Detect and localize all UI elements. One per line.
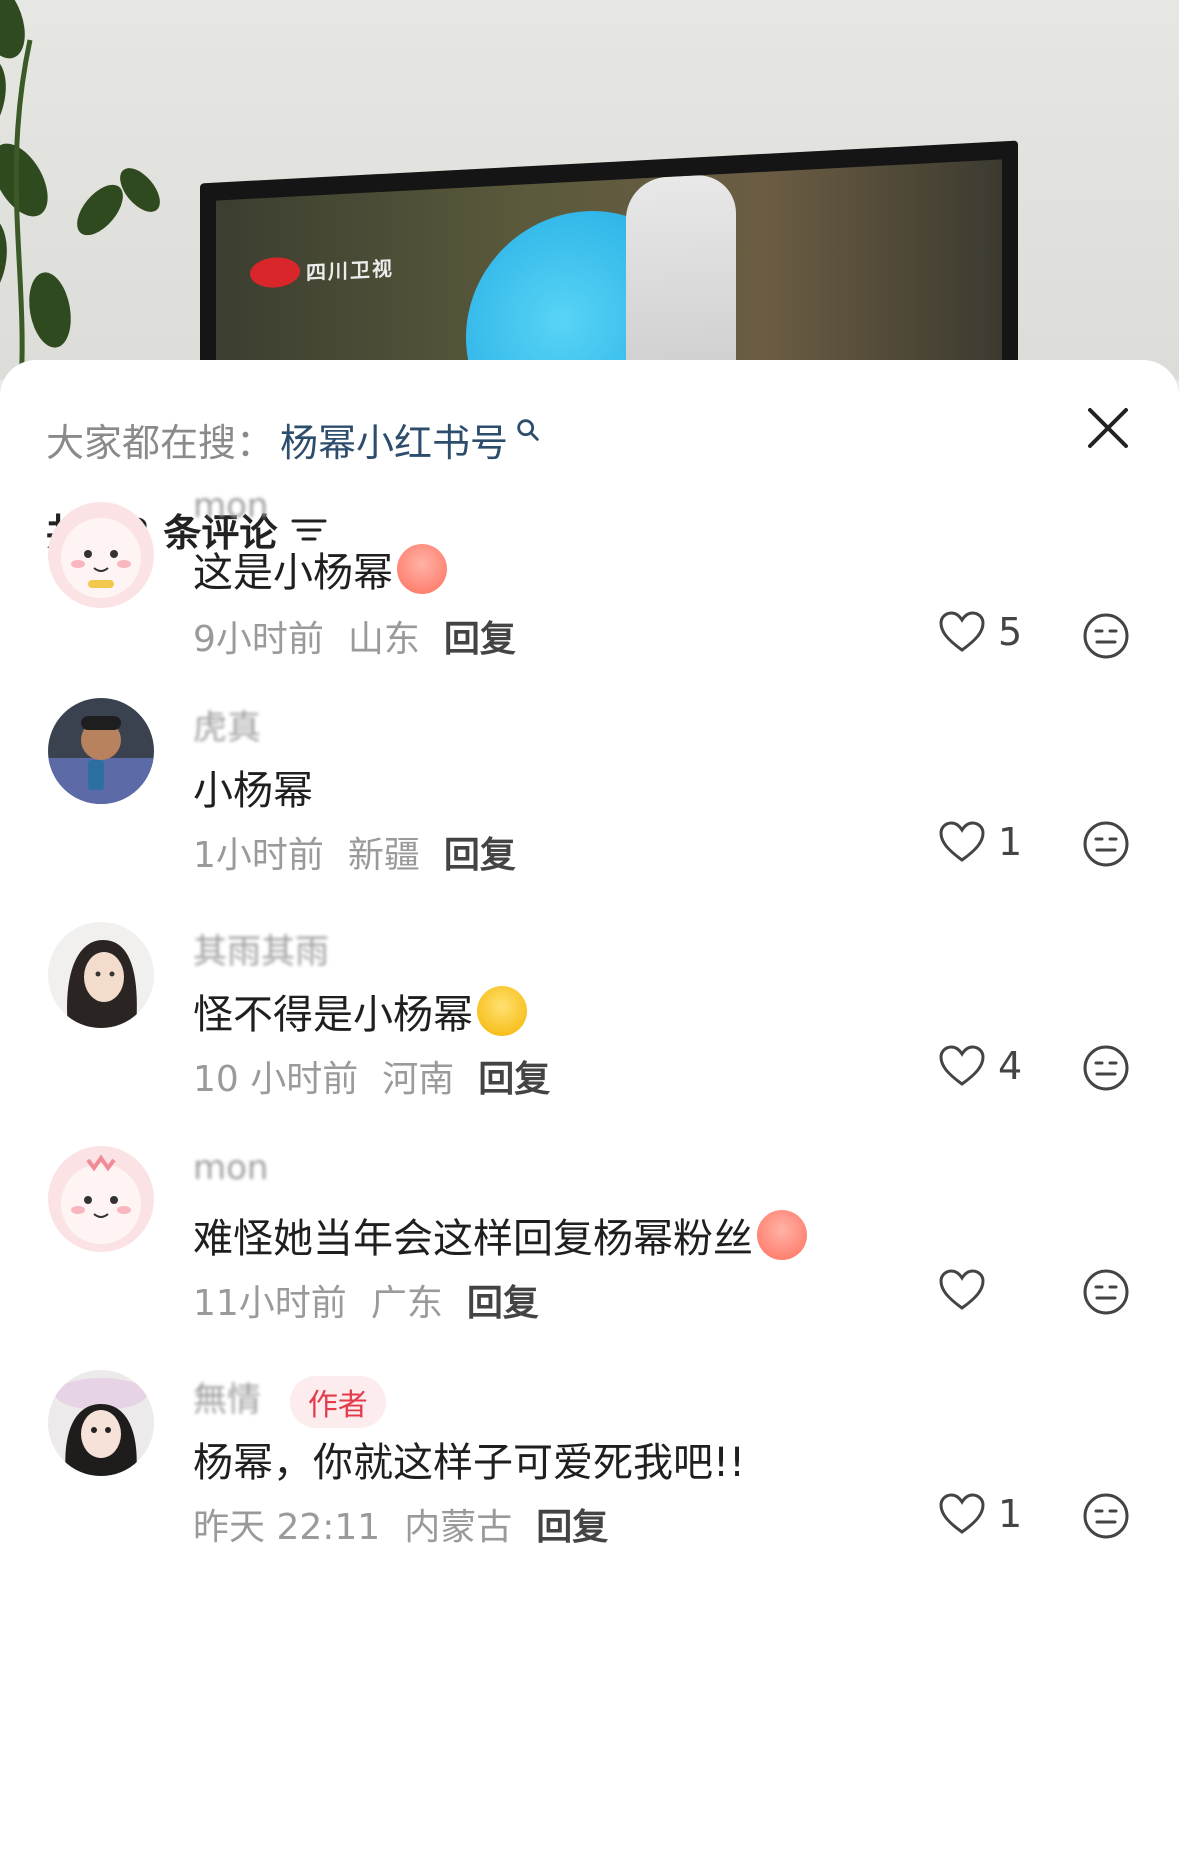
comment-location: 山东 [347, 619, 420, 660]
comment-location: 广东 [370, 1283, 443, 1324]
comment-time: 昨天 22:11 [193, 1507, 381, 1548]
comment-location: 内蒙古 [404, 1507, 513, 1548]
avatar[interactable] [48, 1146, 154, 1252]
comment-time: 10 小时前 [193, 1059, 359, 1100]
comment-text-content: 杨幂，你就这样子可爱死我吧!! [193, 1440, 746, 1486]
comment-text-content: 怪不得是小杨幂 [193, 992, 473, 1038]
like-button[interactable]: 5 [938, 610, 1022, 654]
comment-time: 11小时前 [193, 1283, 347, 1324]
username[interactable]: mon [193, 1148, 268, 1188]
comment-meta: 11小时前 广东 回复 [193, 1274, 539, 1326]
heart-icon [939, 1493, 985, 1534]
crying-face-icon [757, 1210, 807, 1260]
reply-button[interactable]: 回复 [444, 610, 516, 662]
comment-meta: 1小时前 新疆 回复 [193, 826, 516, 878]
comment-text-content: 这是小杨幂 [193, 550, 393, 596]
comment-item: 其雨其雨 怪不得是小杨幂 10 小时前 河南 回复 4 [0, 922, 1179, 1182]
heart-icon [939, 611, 985, 652]
comment-text: 杨幂，你就这样子可爱死我吧!! [193, 1430, 745, 1488]
comment-location: 河南 [382, 1059, 455, 1100]
heart-icon [939, 821, 985, 862]
comment-text: 难怪她当年会这样回复杨幂粉丝 [193, 1206, 807, 1264]
username-row: 無情 作者 [193, 1372, 386, 1428]
like-count: 1 [998, 1492, 1023, 1536]
search-suggestion-term[interactable]: 杨幂小红书号 [280, 412, 508, 467]
like-count: 5 [998, 610, 1023, 654]
comment-text-content: 小杨幂 [193, 768, 313, 814]
heart-icon [939, 1045, 985, 1086]
neutral-face-icon[interactable] [1082, 612, 1130, 660]
avatar[interactable] [48, 698, 154, 804]
channel-logo-icon [250, 256, 300, 289]
search-suggestion[interactable]: 大家都在搜： 杨幂小红书号 [46, 412, 542, 467]
like-button[interactable]: 1 [938, 820, 1022, 864]
search-icon [517, 418, 539, 441]
username[interactable]: mon [193, 486, 268, 526]
crying-face-icon [397, 544, 447, 594]
reply-button[interactable]: 回复 [444, 826, 516, 878]
channel-logo: 四川卫视 [250, 251, 394, 289]
plant-decoration [0, 0, 160, 380]
author-badge: 作者 [289, 1375, 386, 1428]
comment-text: 这是小杨幂 [193, 540, 447, 598]
avatar[interactable] [48, 502, 154, 608]
comment-location: 新疆 [347, 835, 420, 876]
white-figure [626, 173, 736, 380]
comment-text: 怪不得是小杨幂 [193, 982, 527, 1040]
laughing-face-icon [477, 986, 527, 1036]
neutral-face-icon[interactable] [1082, 1268, 1130, 1316]
reply-button[interactable]: 回复 [536, 1498, 608, 1550]
comment-meta: 昨天 22:11 内蒙古 回复 [193, 1498, 608, 1550]
tv-screen: 四川卫视 [216, 159, 1002, 380]
comment-time: 9小时前 [193, 619, 324, 660]
like-button[interactable]: 4 [938, 1044, 1022, 1088]
reply-button[interactable]: 回复 [478, 1050, 550, 1102]
heart-icon [939, 1269, 985, 1310]
comment-time: 1小时前 [193, 835, 324, 876]
reply-button[interactable]: 回复 [467, 1274, 539, 1326]
username[interactable]: 無情 [193, 1380, 261, 1420]
video-background: 四川卫视 [0, 0, 1179, 380]
like-count: 1 [998, 820, 1023, 864]
comment-text: 小杨幂 [193, 758, 313, 816]
search-suggestion-label: 大家都在搜： [46, 421, 275, 465]
channel-logo-text: 四川卫视 [306, 255, 394, 285]
neutral-face-icon[interactable] [1082, 820, 1130, 868]
comment-item: 虎真 小杨幂 1小时前 新疆 回复 1 [0, 698, 1179, 958]
like-button[interactable]: 1 [938, 1492, 1022, 1536]
username[interactable]: 其雨其雨 [193, 924, 329, 973]
like-button[interactable] [938, 1268, 998, 1312]
avatar[interactable] [48, 922, 154, 1028]
close-icon[interactable] [1082, 402, 1134, 454]
username[interactable]: 虎真 [193, 700, 261, 749]
comment-item: 無情 作者 杨幂，你就这样子可爱死我吧!! 昨天 22:11 内蒙古 回复 1 [0, 1370, 1179, 1630]
television: 四川卫视 [200, 140, 1018, 380]
comment-meta: 10 小时前 河南 回复 [193, 1050, 550, 1102]
comment-sheet: 大家都在搜： 杨幂小红书号 共 12 条评论 mon 这是小杨幂 9小时前 山东… [0, 360, 1179, 1853]
comment-text-content: 难怪她当年会这样回复杨幂粉丝 [193, 1216, 753, 1262]
neutral-face-icon[interactable] [1082, 1044, 1130, 1092]
neutral-face-icon[interactable] [1082, 1492, 1130, 1540]
comment-item: mon 难怪她当年会这样回复杨幂粉丝 11小时前 广东 回复 [0, 1146, 1179, 1406]
like-count: 4 [998, 1044, 1023, 1088]
avatar[interactable] [48, 1370, 154, 1476]
comment-meta: 9小时前 山东 回复 [193, 610, 516, 662]
